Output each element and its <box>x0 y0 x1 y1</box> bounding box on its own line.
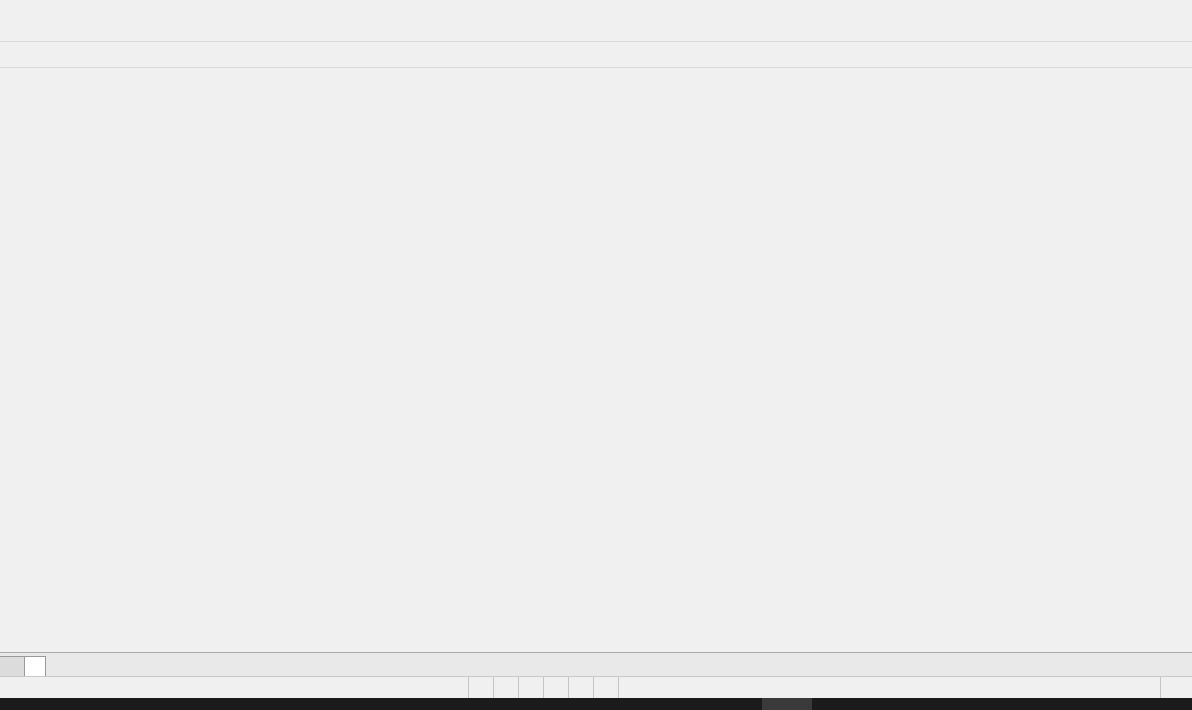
windows-taskbar <box>0 698 1192 710</box>
status-hint-area <box>0 677 468 699</box>
charts-toolbar <box>0 42 1192 68</box>
mt4-window: { "window": { "menu": [ {"name":"charts"… <box>0 0 1192 710</box>
chart-tab-bar <box>0 652 1192 677</box>
standard-toolbar <box>0 13 1192 42</box>
price-chart[interactable] <box>0 68 1192 652</box>
status-high <box>543 677 568 699</box>
status-volume <box>618 677 643 699</box>
chart-tab-eurusd-m1[interactable] <box>24 656 46 677</box>
status-close <box>593 677 618 699</box>
status-template <box>468 677 493 699</box>
connection-status <box>1160 677 1192 699</box>
status-bar <box>0 676 1192 699</box>
status-low <box>568 677 593 699</box>
status-bar-time <box>493 677 518 699</box>
taskbar-active-app[interactable] <box>762 698 812 710</box>
status-open <box>518 677 543 699</box>
menu-bar <box>0 0 1192 13</box>
